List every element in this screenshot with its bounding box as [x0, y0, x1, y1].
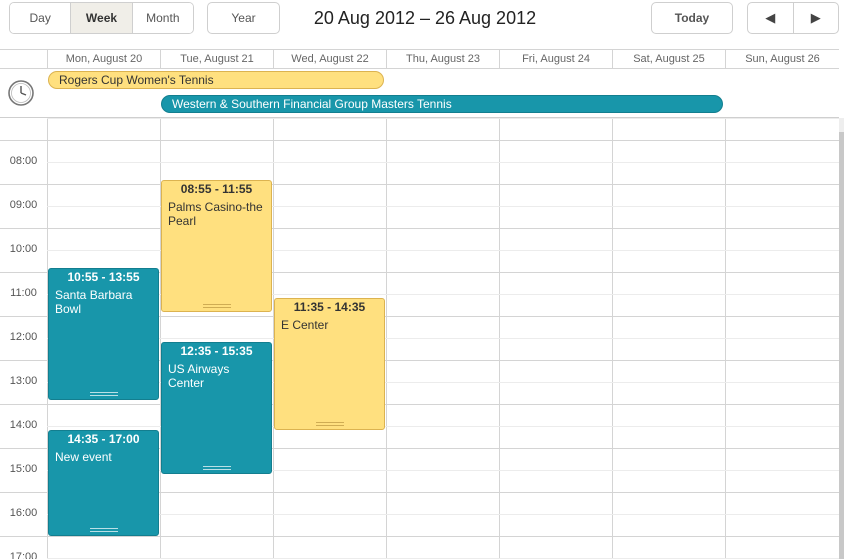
event-title: US Airways Center: [168, 362, 230, 390]
time-label: 10:00: [9, 243, 38, 255]
time-label: 13:00: [9, 375, 38, 387]
calendar-event[interactable]: 10:55 - 13:55 Santa Barbara Bowl: [48, 268, 159, 400]
time-label: 14:00: [9, 419, 38, 431]
time-grid[interactable]: 08:00 09:00 10:00 11:00 12:00 13:00 14:00 15:00…: [0, 118, 839, 559]
half-hour-line: [47, 514, 839, 515]
time-label: 12:00: [9, 331, 38, 343]
year-button[interactable]: Year: [207, 2, 280, 34]
calendar-event[interactable]: 11:35 - 14:35 E Center: [274, 298, 385, 430]
hour-line: [0, 228, 839, 229]
day-header[interactable]: Sat, August 25: [612, 50, 725, 69]
date-range-title: 20 Aug 2012 – 26 Aug 2012: [313, 8, 537, 28]
day-header[interactable]: Thu, August 23: [386, 50, 499, 69]
calendar-event[interactable]: 14:35 - 17:00 New event: [48, 430, 159, 536]
all-day-event[interactable]: Rogers Cup Women's Tennis: [48, 71, 384, 89]
tab-week[interactable]: Week: [71, 3, 133, 33]
tab-month[interactable]: Month: [132, 3, 193, 33]
hour-line: [0, 536, 839, 537]
time-label: 11:00: [10, 287, 37, 299]
event-time: 08:55 - 11:55: [180, 182, 253, 196]
clock-icon: [8, 80, 34, 106]
time-label: 17:00: [9, 551, 38, 559]
hour-line: [0, 184, 839, 185]
day-header[interactable]: Tue, August 21: [160, 50, 273, 69]
event-time: 10:55 - 13:55: [67, 270, 140, 284]
week-navigation: ◀ ▶: [747, 2, 839, 34]
all-day-row: Rogers Cup Women's Tennis Western & South…: [0, 69, 839, 118]
day-header[interactable]: Mon, August 20: [47, 50, 160, 69]
scrollbar-thumb[interactable]: [839, 132, 844, 559]
event-title: Santa Barbara Bowl: [55, 288, 133, 316]
calendar-event[interactable]: 08:55 - 11:55 Palms Casino-the Pearl: [161, 180, 272, 312]
day-header-row: Mon, August 20 Tue, August 21 Wed, August …: [0, 49, 839, 69]
half-hour-line: [47, 338, 839, 339]
resize-handle[interactable]: [315, 422, 344, 426]
day-header[interactable]: Sun, August 26: [725, 50, 839, 69]
time-label: 16:00: [9, 507, 38, 519]
event-time: 14:35 - 17:00: [67, 432, 140, 446]
prev-arrow-icon[interactable]: ◀: [748, 3, 794, 33]
view-switcher: Day Week Month: [9, 2, 194, 34]
time-label: 08:00: [9, 155, 38, 167]
hour-line: [0, 404, 839, 405]
half-hour-line: [47, 162, 839, 163]
tab-day[interactable]: Day: [10, 3, 72, 33]
half-hour-line: [47, 118, 839, 119]
event-time: 12:35 - 15:35: [180, 344, 253, 358]
scrollbar[interactable]: [839, 118, 844, 559]
hour-line: [0, 140, 839, 141]
event-title: Palms Casino-the Pearl: [168, 200, 263, 228]
time-label: 15:00: [9, 463, 38, 475]
event-title: New event: [55, 450, 112, 464]
day-header[interactable]: Wed, August 22: [273, 50, 386, 69]
next-arrow-icon[interactable]: ▶: [794, 3, 839, 33]
time-label: 09:00: [9, 199, 38, 211]
resize-handle[interactable]: [89, 528, 118, 532]
event-title: E Center: [281, 318, 329, 332]
calendar-event[interactable]: 12:35 - 15:35 US Airways Center: [161, 342, 272, 474]
resize-handle[interactable]: [89, 392, 118, 396]
day-header[interactable]: Fri, August 24: [499, 50, 612, 69]
resize-handle[interactable]: [202, 304, 231, 308]
today-button[interactable]: Today: [651, 2, 733, 34]
resize-handle[interactable]: [202, 466, 231, 470]
all-day-event[interactable]: Western & Southern Financial Group Maste…: [161, 95, 723, 113]
event-time: 11:35 - 14:35: [293, 300, 366, 314]
